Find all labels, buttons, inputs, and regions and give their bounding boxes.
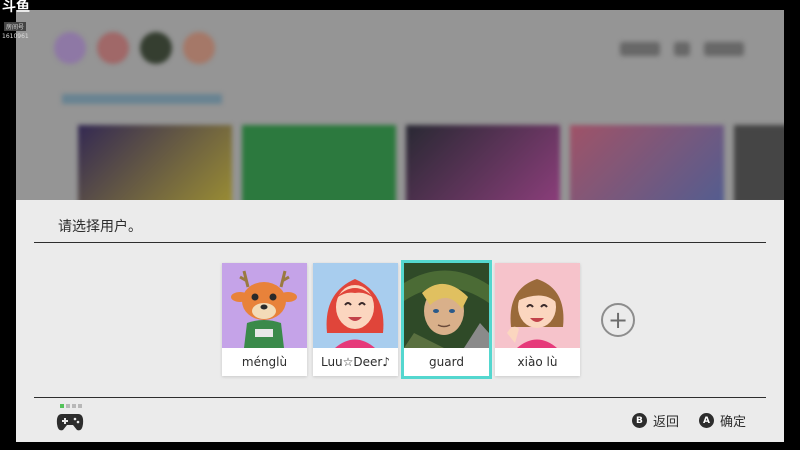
home-menu-background (16, 10, 784, 200)
b-button-icon: B (631, 413, 647, 428)
footer-actions: B 返回 A 确定 (631, 411, 746, 430)
user-name: guard (429, 355, 464, 369)
panel-title: 请选择用户。 (58, 219, 142, 235)
link-portrait-avatar (404, 263, 489, 348)
mii-red-hair-avatar (313, 263, 398, 348)
user-name: xiào lù (517, 355, 558, 369)
divider (34, 242, 766, 243)
a-button-icon: A (698, 413, 714, 428)
back-label: 返回 (652, 415, 679, 430)
watermark-room-id: 1610961 (2, 33, 29, 40)
watermark-subtitle: 房间号 (4, 22, 27, 31)
watermark-logo: 斗鱼 (2, 0, 30, 15)
controller-icon (56, 404, 84, 438)
user-card-xiao-lu[interactable]: xiào lù (495, 263, 580, 376)
divider (34, 397, 766, 398)
user-list: ménglù Luu☆Deer♪ guard xiào lù (222, 260, 580, 379)
back-button[interactable]: B 返回 (631, 411, 679, 430)
deer-villager-avatar (222, 263, 307, 348)
user-select-panel: 请选择用户。 ménglù Luu☆Deer♪ guard xiào lù + … (16, 200, 784, 442)
confirm-label: 确定 (719, 415, 746, 430)
confirm-button[interactable]: A 确定 (698, 411, 746, 430)
plus-icon: + (607, 306, 629, 334)
user-card-guard[interactable]: guard (401, 260, 492, 379)
user-name: ménglù (241, 355, 288, 369)
user-card-menglu[interactable]: ménglù (222, 263, 307, 376)
user-name: Luu☆Deer♪ (320, 355, 391, 369)
add-user-button[interactable]: + (601, 303, 635, 337)
user-card-luu-deer[interactable]: Luu☆Deer♪ (313, 263, 398, 376)
stream-watermark: 斗鱼 房间号 1610961 (0, 0, 40, 40)
mii-brown-hair-avatar (495, 263, 580, 348)
